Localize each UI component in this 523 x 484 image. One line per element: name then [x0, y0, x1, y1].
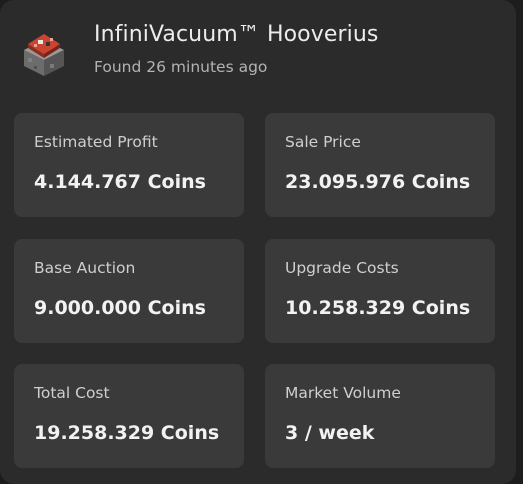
- stat-label: Total Cost: [34, 384, 110, 402]
- stat-value: 9.000.000 Coins: [34, 297, 206, 319]
- stat-estimated-profit: Estimated Profit 4.144.767 Coins: [14, 113, 244, 217]
- stat-value: 19.258.329 Coins: [34, 422, 220, 444]
- stat-label: Market Volume: [285, 384, 401, 402]
- stat-label: Sale Price: [285, 133, 361, 151]
- card-header: InfiniVacuum™ Hooverius Found 26 minutes…: [20, 22, 500, 82]
- found-time: Found 26 minutes ago: [94, 58, 268, 76]
- stat-label: Estimated Profit: [34, 133, 158, 151]
- auction-flip-card: InfiniVacuum™ Hooverius Found 26 minutes…: [0, 0, 516, 484]
- stat-value: 3 / week: [285, 422, 375, 444]
- stat-value: 4.144.767 Coins: [34, 171, 206, 193]
- stat-sale-price: Sale Price 23.095.976 Coins: [265, 113, 495, 217]
- infinivacuum-item-icon: [20, 28, 68, 76]
- stat-label: Base Auction: [34, 259, 136, 277]
- stat-total-cost: Total Cost 19.258.329 Coins: [14, 364, 244, 468]
- stat-value: 10.258.329 Coins: [285, 297, 471, 319]
- stat-market-volume: Market Volume 3 / week: [265, 364, 495, 468]
- stat-label: Upgrade Costs: [285, 259, 399, 277]
- stat-upgrade-costs: Upgrade Costs 10.258.329 Coins: [265, 239, 495, 343]
- item-title: InfiniVacuum™ Hooverius: [94, 22, 379, 47]
- stat-base-auction: Base Auction 9.000.000 Coins: [14, 239, 244, 343]
- stat-value: 23.095.976 Coins: [285, 171, 471, 193]
